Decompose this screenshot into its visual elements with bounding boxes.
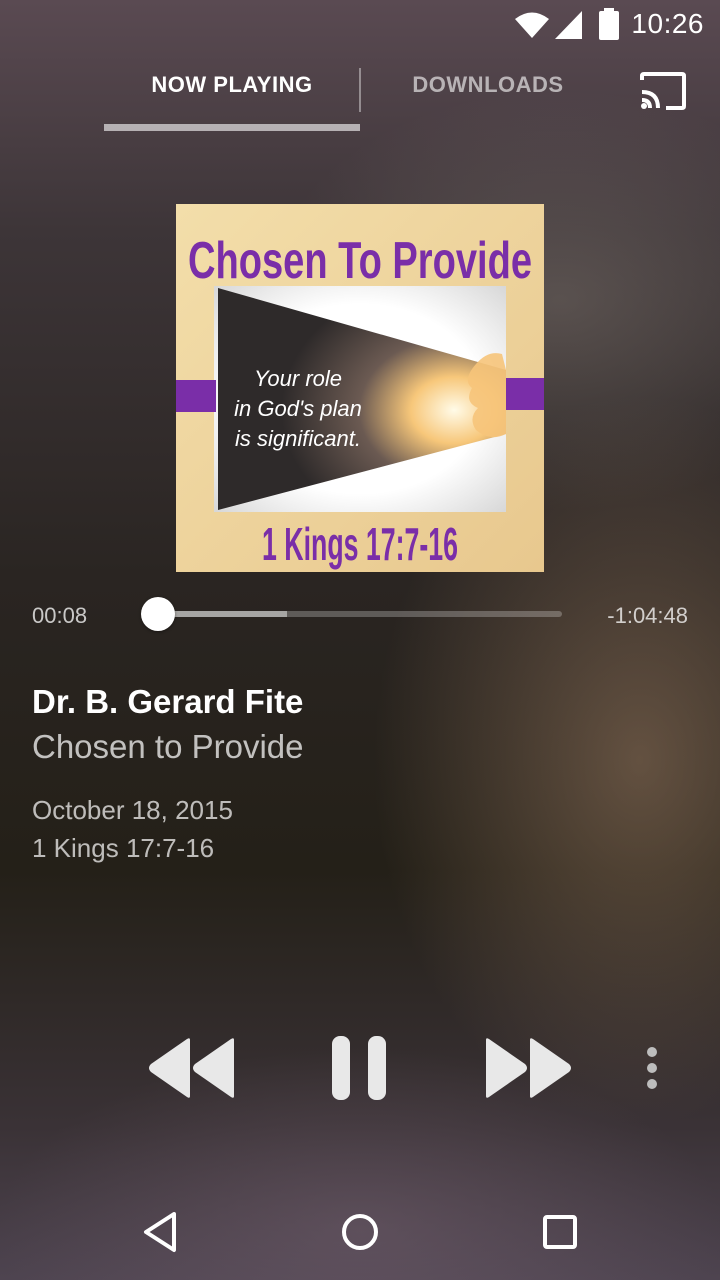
recents-icon[interactable]: [542, 1214, 578, 1250]
album-art: Chosen To Provide Your role in God's pla…: [176, 204, 544, 572]
navigation-bar: [0, 1184, 720, 1280]
more-vert-icon: [647, 1047, 657, 1089]
fast-forward-button[interactable]: [482, 1036, 574, 1100]
seek-buffered: [158, 611, 288, 617]
pause-button[interactable]: [328, 1036, 392, 1100]
art-caption-line-3: is significant.: [235, 426, 361, 451]
art-band-left: [176, 380, 216, 412]
wifi-icon: [515, 12, 549, 38]
seek-bar[interactable]: [158, 611, 562, 617]
cast-icon: [640, 72, 686, 110]
track-passage: 1 Kings 17:7-16: [32, 833, 215, 863]
art-caption-line-1: Your role: [254, 366, 342, 391]
cast-button[interactable]: [638, 70, 690, 112]
remaining-time: -1:04:48: [607, 603, 688, 628]
art-heading: Chosen To Provide: [188, 232, 532, 290]
elapsed-time: 00:08: [32, 603, 88, 628]
art-band-right: [506, 378, 544, 410]
more-options-button[interactable]: [640, 1046, 664, 1092]
battery-icon: [599, 8, 619, 40]
tab-selected-indicator: [104, 124, 360, 131]
rewind-button[interactable]: [146, 1036, 238, 1100]
status-bar: 10:26: [0, 0, 720, 50]
pause-icon: [332, 1036, 386, 1100]
rewind-icon: [149, 1038, 234, 1098]
back-icon[interactable]: [140, 1210, 180, 1254]
art-reference: 1 Kings 17:7-16: [262, 518, 458, 570]
track-date: October 18, 2015: [32, 795, 233, 825]
tab-now-playing[interactable]: NOW PLAYING: [104, 72, 360, 112]
speaker-name: Dr. B. Gerard Fite: [32, 683, 304, 720]
home-icon[interactable]: [340, 1212, 380, 1252]
fast-forward-icon: [486, 1038, 571, 1098]
track-title: Chosen to Provide: [32, 728, 304, 765]
cellular-signal-icon: [555, 11, 582, 39]
seek-thumb[interactable]: [141, 597, 175, 631]
tab-downloads[interactable]: DOWNLOADS: [362, 72, 614, 112]
status-time: 10:26: [631, 8, 704, 39]
tab-divider: [359, 68, 361, 112]
art-caption-line-2: in God's plan: [234, 396, 362, 421]
